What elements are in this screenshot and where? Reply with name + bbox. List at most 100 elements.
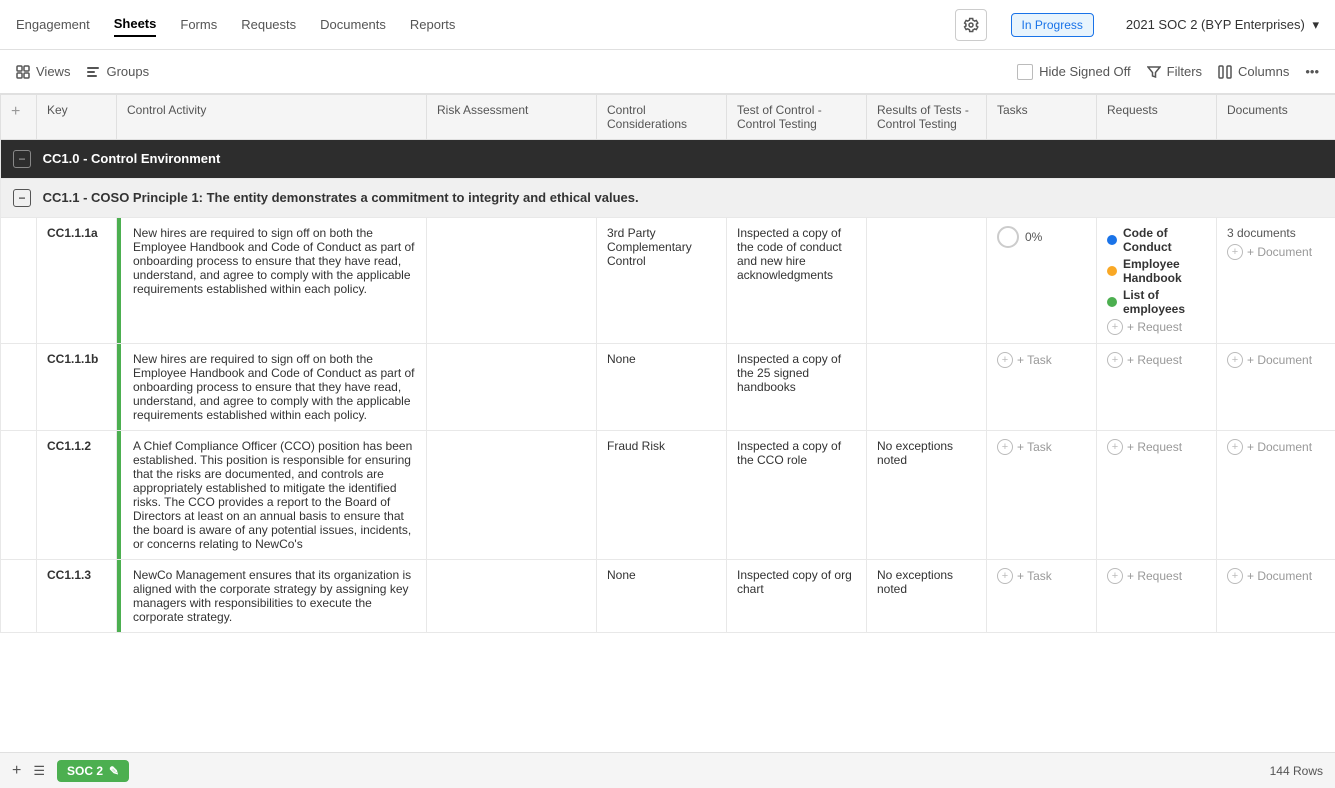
add-task-button[interactable]: + + Task	[997, 352, 1086, 368]
views-button[interactable]: Views	[16, 64, 70, 79]
row-documents-cc1-1-2[interactable]: + + Document	[1217, 431, 1335, 560]
add-request-button[interactable]: + + Request	[1107, 439, 1206, 455]
row-count: 144 Rows	[1270, 764, 1323, 778]
request-item-3[interactable]: List of employees	[1107, 288, 1206, 316]
add-request-button[interactable]: + + Request	[1107, 352, 1206, 368]
plus-circle-icon: +	[997, 352, 1013, 368]
nav-documents[interactable]: Documents	[320, 13, 386, 36]
plus-circle-icon: +	[1227, 244, 1243, 260]
nav-sheets[interactable]: Sheets	[114, 12, 157, 37]
risk-assessment-column-header: Risk Assessment	[427, 95, 597, 140]
request-item-1[interactable]: Code of Conduct	[1107, 226, 1206, 254]
collapse-group1-button[interactable]: −	[13, 150, 31, 168]
key-column-header: Key	[37, 95, 117, 140]
group1-header-row: − CC1.0 - Control Environment	[1, 140, 1335, 179]
row-requests-cc1-1-1a[interactable]: Code of Conduct Employee Handbook List o…	[1097, 218, 1217, 344]
add-sheet-button[interactable]: +	[12, 762, 21, 780]
test-column-header: Test of Control - Control Testing	[727, 95, 867, 140]
row-documents-cc1-1-3[interactable]: + + Document	[1217, 560, 1335, 633]
row-risk-cc1-1-1a	[427, 218, 597, 344]
row-activity-cc1-1-1a: New hires are required to sign off on bo…	[117, 218, 427, 344]
add-column-header[interactable]: +	[1, 95, 37, 140]
requests-column-header: Requests	[1097, 95, 1217, 140]
accent-bar	[117, 431, 121, 559]
status-badge[interactable]: In Progress	[1011, 13, 1094, 37]
circle-icon	[997, 226, 1019, 248]
table-row: CC1.1.3 NewCo Management ensures that it…	[1, 560, 1335, 633]
row-test-cc1-1-2: Inspected a copy of the CCO role	[727, 431, 867, 560]
row-tasks-cc1-1-3[interactable]: + + Task	[987, 560, 1097, 633]
plus-circle-icon: +	[1107, 439, 1123, 455]
more-options-button[interactable]: •••	[1305, 64, 1319, 79]
nav-reports[interactable]: Reports	[410, 13, 456, 36]
sheet-tab-soc2[interactable]: SOC 2 ✎	[57, 760, 129, 782]
progress-indicator: 0%	[997, 226, 1086, 248]
columns-button[interactable]: Columns	[1218, 64, 1289, 79]
row-tasks-cc1-1-1a: 0%	[987, 218, 1097, 344]
table-header-row: + Key Control Activity Risk Assessment C…	[1, 95, 1335, 140]
main-table-container: + Key Control Activity Risk Assessment C…	[0, 94, 1335, 752]
nav-requests[interactable]: Requests	[241, 13, 296, 36]
table-row: CC1.1.1b New hires are required to sign …	[1, 344, 1335, 431]
row-add-cell	[1, 218, 37, 344]
add-document-button[interactable]: + + Document	[1227, 439, 1335, 455]
row-documents-cc1-1-1b[interactable]: + + Document	[1217, 344, 1335, 431]
row-test-cc1-1-3: Inspected copy of org chart	[727, 560, 867, 633]
blue-dot-icon	[1107, 235, 1117, 245]
add-document-button[interactable]: + + Document	[1227, 352, 1335, 368]
row-results-cc1-1-1b	[867, 344, 987, 431]
row-results-cc1-1-1a	[867, 218, 987, 344]
add-task-button[interactable]: + + Task	[997, 439, 1086, 455]
nav-engagement[interactable]: Engagement	[16, 13, 90, 36]
edit-icon[interactable]: ✎	[109, 764, 119, 778]
row-activity-cc1-1-2: A Chief Compliance Officer (CCO) positio…	[117, 431, 427, 560]
document-count: 3 documents	[1227, 226, 1335, 240]
group2-header-cell: − CC1.1 - COSO Principle 1: The entity d…	[1, 179, 1335, 218]
row-considerations-cc1-1-3: None	[597, 560, 727, 633]
row-requests-cc1-1-1b[interactable]: + + Request	[1097, 344, 1217, 431]
groups-button[interactable]: Groups	[86, 64, 149, 79]
plus-circle-icon: +	[997, 568, 1013, 584]
row-tasks-cc1-1-1b[interactable]: + + Task	[987, 344, 1097, 431]
row-considerations-cc1-1-1b: None	[597, 344, 727, 431]
engagement-title: 2021 SOC 2 (BYP Enterprises) ▾	[1126, 17, 1319, 33]
row-key-cc1-1-1b: CC1.1.1b	[37, 344, 117, 431]
accent-bar	[117, 344, 121, 430]
hide-signed-off-button[interactable]: Hide Signed Off	[1017, 64, 1131, 80]
filters-button[interactable]: Filters	[1147, 64, 1202, 79]
row-key-cc1-1-3: CC1.1.3	[37, 560, 117, 633]
row-risk-cc1-1-2	[427, 431, 597, 560]
checkbox-icon	[1017, 64, 1033, 80]
row-test-cc1-1-1a: Inspected a copy of the code of conduct …	[727, 218, 867, 344]
row-activity-cc1-1-3: NewCo Management ensures that its organi…	[117, 560, 427, 633]
row-requests-cc1-1-3[interactable]: + + Request	[1097, 560, 1217, 633]
chevron-down-icon[interactable]: ▾	[1312, 17, 1319, 32]
accent-bar	[117, 218, 121, 343]
columns-icon	[1218, 65, 1232, 79]
views-icon	[16, 65, 30, 79]
add-request-button[interactable]: + + Request	[1107, 568, 1206, 584]
control-activity-column-header: Control Activity	[117, 95, 427, 140]
add-request-button[interactable]: + + Request	[1107, 319, 1206, 335]
collapse-group2-button[interactable]: −	[13, 189, 31, 207]
plus-circle-icon: +	[1227, 352, 1243, 368]
toolbar: Views Groups Hide Signed Off Filters Col…	[0, 50, 1335, 94]
row-requests-cc1-1-2[interactable]: + + Request	[1097, 431, 1217, 560]
accent-bar	[117, 560, 121, 632]
row-add-cell	[1, 431, 37, 560]
nav-forms[interactable]: Forms	[180, 13, 217, 36]
request-item-2[interactable]: Employee Handbook	[1107, 257, 1206, 285]
add-document-button[interactable]: + + Document	[1227, 244, 1335, 260]
row-results-cc1-1-2: No exceptions noted	[867, 431, 987, 560]
add-document-button[interactable]: + + Document	[1227, 568, 1335, 584]
row-tasks-cc1-1-2[interactable]: + + Task	[987, 431, 1097, 560]
sheet-menu-button[interactable]: ☰	[33, 763, 45, 779]
settings-button[interactable]	[955, 9, 987, 41]
row-add-cell	[1, 344, 37, 431]
results-column-header: Results of Tests - Control Testing	[867, 95, 987, 140]
row-results-cc1-1-3: No exceptions noted	[867, 560, 987, 633]
row-test-cc1-1-1b: Inspected a copy of the 25 signed handbo…	[727, 344, 867, 431]
add-task-button[interactable]: + + Task	[997, 568, 1086, 584]
plus-circle-icon: +	[1227, 568, 1243, 584]
row-risk-cc1-1-1b	[427, 344, 597, 431]
